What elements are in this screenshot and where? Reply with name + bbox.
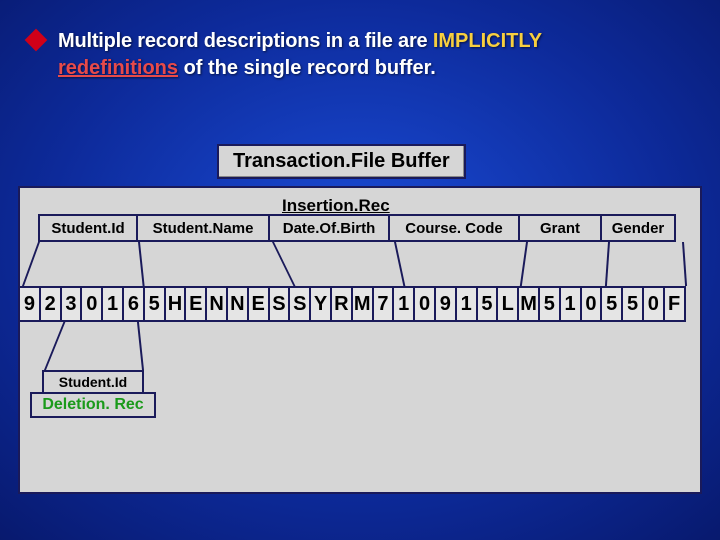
buffer-cell: 0 xyxy=(413,286,436,322)
transaction-file-title: Transaction.File Buffer xyxy=(217,144,466,179)
deletion-rec-heading: Deletion. Rec xyxy=(30,392,156,418)
buffer-cell: 1 xyxy=(101,286,124,322)
buffer-cell: L xyxy=(496,286,519,322)
buffer-cell: H xyxy=(164,286,187,322)
buffer-cell: 3 xyxy=(60,286,83,322)
buffer-cell: 9 xyxy=(18,286,41,322)
buffer-cell: 2 xyxy=(39,286,62,322)
buffer-cell: F xyxy=(663,286,686,322)
buffer-cell: S xyxy=(288,286,311,322)
bullet-part2: of the single record buffer. xyxy=(178,57,436,79)
buffer-cell: 5 xyxy=(538,286,561,322)
field-dob: Date.Of.Birth xyxy=(268,214,390,242)
bullet-text: Multiple record descriptions in a file a… xyxy=(58,28,542,82)
buffer-cell: 1 xyxy=(455,286,478,322)
insertion-rec-heading: Insertion.Rec xyxy=(282,196,390,216)
bullet-redef: redefinitions xyxy=(58,57,178,79)
buffer-cell: 1 xyxy=(559,286,582,322)
buffer-cell: S xyxy=(268,286,291,322)
bullet-row: Multiple record descriptions in a file a… xyxy=(0,0,720,82)
buffer-cell: N xyxy=(226,286,249,322)
buffer-cell: 1 xyxy=(392,286,415,322)
buffer-cell: N xyxy=(205,286,228,322)
diamond-bullet-icon xyxy=(25,29,48,52)
buffer-cells: 9230165HENNESSYRM710915LM510550F xyxy=(18,286,702,322)
buffer-cell: Y xyxy=(309,286,332,322)
bullet-part1: Multiple record descriptions in a file a… xyxy=(58,30,433,52)
buffer-cell: 0 xyxy=(80,286,103,322)
buffer-cell: 5 xyxy=(621,286,644,322)
field-student-id: Student.Id xyxy=(38,214,138,242)
buffer-cell: 6 xyxy=(122,286,145,322)
deletion-field-student-id: Student.Id xyxy=(42,370,144,394)
buffer-cell: 0 xyxy=(580,286,603,322)
buffer-cell: E xyxy=(184,286,207,322)
bullet-implicitly: IMPLICITLY xyxy=(433,30,542,52)
buffer-cell: 7 xyxy=(372,286,395,322)
buffer-cell: 5 xyxy=(476,286,499,322)
buffer-cell: 9 xyxy=(434,286,457,322)
field-course-code: Course. Code xyxy=(388,214,520,242)
buffer-cell: 5 xyxy=(600,286,623,322)
buffer-cell: M xyxy=(517,286,540,322)
field-gender: Gender xyxy=(600,214,676,242)
buffer-cell: M xyxy=(351,286,374,322)
field-student-name: Student.Name xyxy=(136,214,270,242)
buffer-cell: E xyxy=(247,286,270,322)
buffer-cell: 0 xyxy=(642,286,665,322)
buffer-cell: 5 xyxy=(143,286,166,322)
insertion-rec-fields: Student.Id Student.Name Date.Of.Birth Co… xyxy=(38,214,682,242)
field-grant: Grant xyxy=(518,214,602,242)
buffer-cell: R xyxy=(330,286,353,322)
